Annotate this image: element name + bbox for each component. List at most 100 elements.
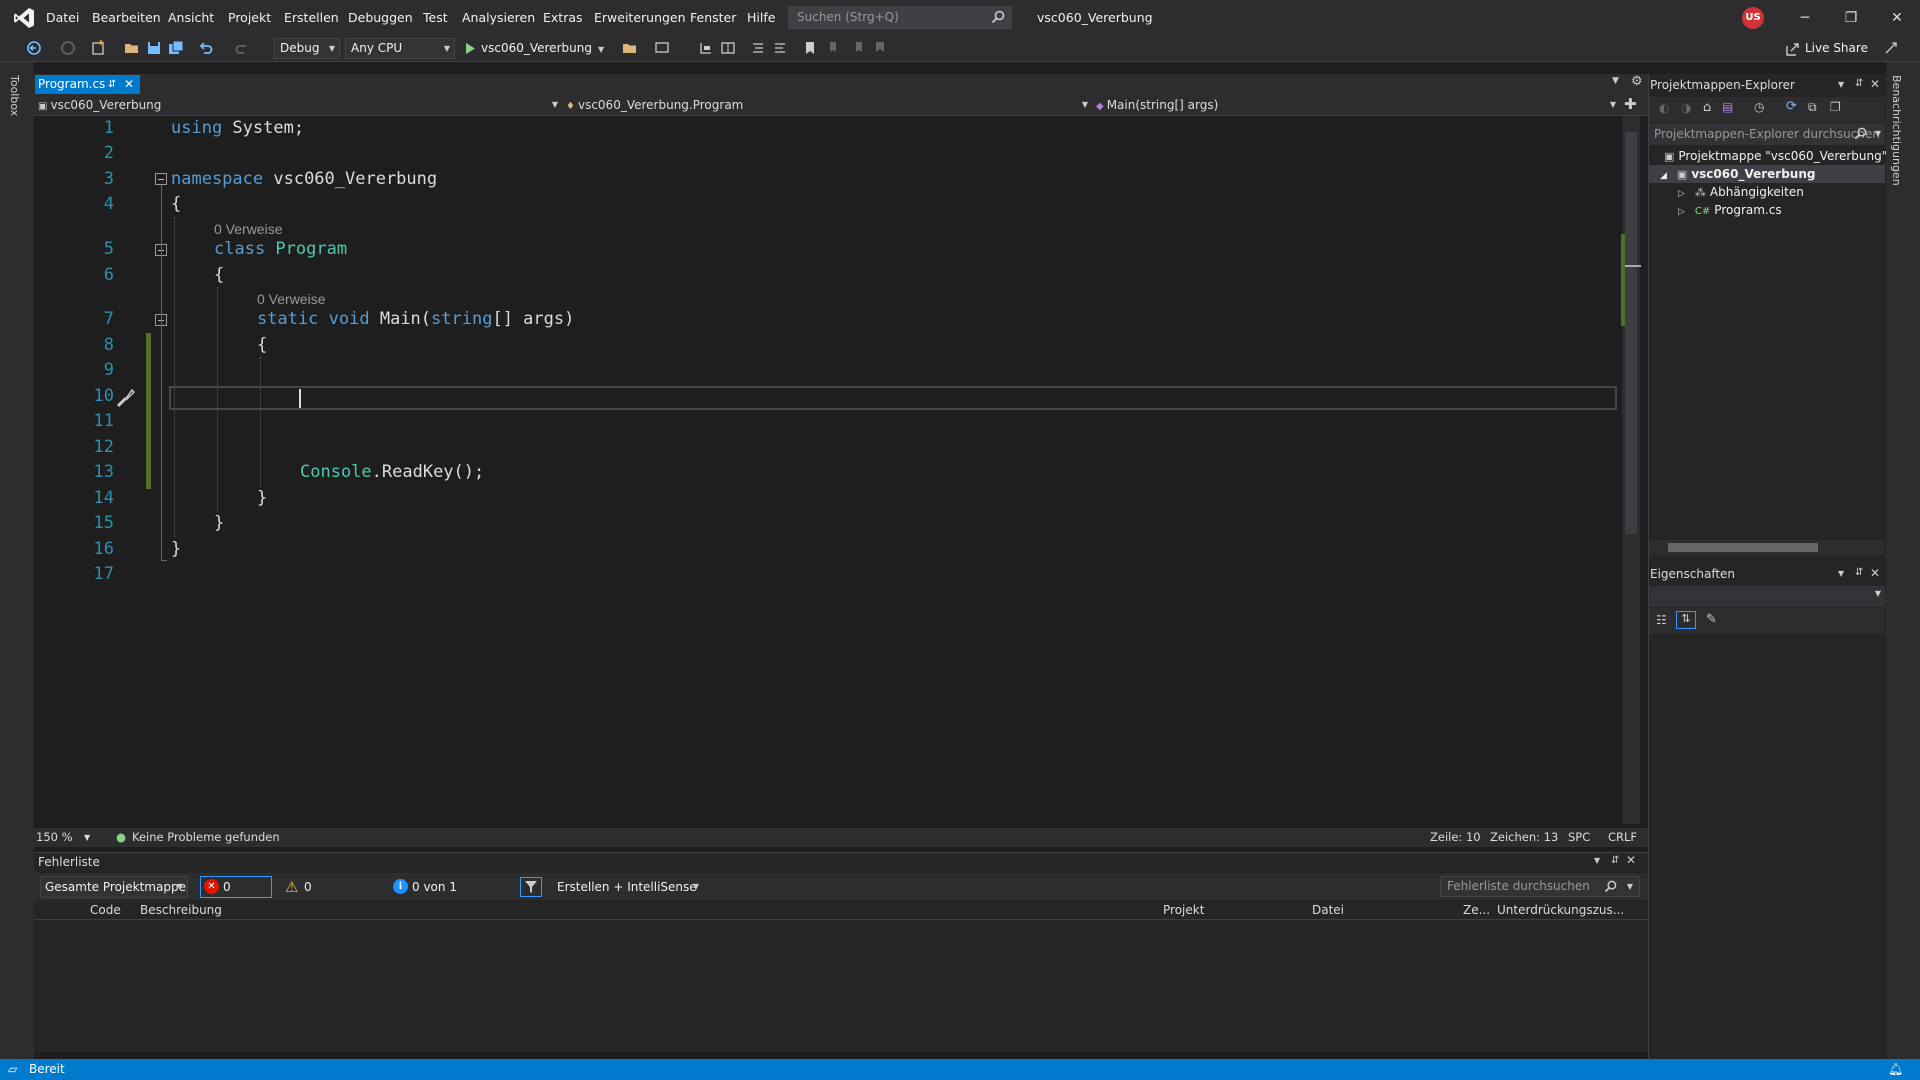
menu-hilfe[interactable]: Hilfe bbox=[747, 0, 775, 36]
home-icon[interactable]: ⌂ bbox=[1703, 100, 1711, 115]
show-all-files-icon[interactable]: ❐ bbox=[1830, 100, 1841, 114]
start-debugging-button[interactable]: vsc060_Vererbung ▼ bbox=[463, 38, 604, 59]
pin-icon[interactable]: ⇵ bbox=[108, 75, 116, 94]
column-project[interactable]: Projekt bbox=[1163, 901, 1204, 919]
menu-test[interactable]: Test bbox=[423, 0, 448, 36]
zoom-level[interactable]: 150 % bbox=[36, 828, 73, 847]
errors-filter-toggle[interactable]: ✕ 0 Fehler bbox=[200, 876, 272, 914]
chevron-down-icon[interactable]: ▼ bbox=[1838, 569, 1844, 578]
collapsed-triangle-icon[interactable]: ▷ bbox=[1678, 189, 1685, 199]
categorized-icon[interactable]: ☷ bbox=[1656, 613, 1667, 627]
prev-bookmark-icon[interactable] bbox=[826, 40, 842, 56]
menu-extras[interactable]: Extras bbox=[543, 0, 583, 36]
code-line-14[interactable]: } bbox=[257, 486, 267, 511]
back-icon[interactable]: ◐ bbox=[1659, 101, 1669, 115]
tab-program-cs[interactable]: Program.cs ⇵ ✕ bbox=[35, 75, 140, 94]
bookmark-icon[interactable] bbox=[802, 40, 818, 56]
column-description[interactable]: Beschreibung bbox=[140, 901, 222, 919]
new-project-icon[interactable] bbox=[90, 40, 106, 56]
notifications-bell-icon[interactable]: 🔔︎ bbox=[1888, 1059, 1903, 1080]
feedback-icon[interactable] bbox=[1883, 40, 1899, 56]
scrollbar-thumb[interactable] bbox=[1668, 543, 1818, 552]
comment-out-icon[interactable] bbox=[750, 40, 766, 56]
problems-status[interactable]: Keine Probleme gefunden bbox=[132, 828, 280, 847]
toolbox-tab[interactable]: Toolbox bbox=[8, 75, 21, 116]
build-filter-select[interactable]: Erstellen + IntelliSense ▼ bbox=[552, 876, 704, 898]
step-over-icon[interactable] bbox=[720, 40, 736, 56]
gear-icon[interactable]: ⚙ bbox=[1631, 74, 1643, 89]
char-indicator[interactable]: Zeichen: 13 bbox=[1490, 828, 1558, 847]
uncomment-icon[interactable] bbox=[772, 40, 788, 56]
pin-icon[interactable]: ⇵ bbox=[1855, 567, 1863, 578]
scrollbar-thumb[interactable] bbox=[1625, 132, 1637, 534]
save-icon[interactable] bbox=[146, 40, 162, 56]
tab-overflow-chevron-icon[interactable]: ▼ bbox=[1612, 76, 1619, 86]
tree-item-project[interactable]: ◢ ▣ vsc060_Vererbung bbox=[1660, 165, 1815, 183]
menu-datei[interactable]: Datei bbox=[46, 0, 79, 36]
clear-bookmarks-icon[interactable] bbox=[872, 40, 888, 56]
next-bookmark-icon[interactable] bbox=[850, 40, 866, 56]
code-line-6[interactable]: { bbox=[214, 263, 224, 288]
collapsed-triangle-icon[interactable]: ▷ bbox=[1678, 207, 1685, 217]
chevron-down-icon[interactable]: ▼ bbox=[1594, 856, 1600, 865]
messages-filter-toggle[interactable]: i 0 von 1 Nachricht bbox=[389, 876, 513, 914]
menu-analysieren[interactable]: Analysieren bbox=[462, 0, 535, 36]
pending-changes-icon[interactable]: ◷ bbox=[1754, 100, 1764, 114]
menu-fenster[interactable]: Fenster bbox=[690, 0, 736, 36]
tree-item-program-cs[interactable]: ▷ C# Program.cs bbox=[1678, 201, 1782, 219]
alphabetical-icon[interactable]: ⇅ bbox=[1676, 611, 1696, 629]
forward-navigation-icon[interactable] bbox=[60, 40, 76, 56]
code-line-13[interactable]: Console.ReadKey(); bbox=[300, 460, 484, 485]
line-indicator[interactable]: Zeile: 10 bbox=[1430, 828, 1481, 847]
tree-item-solution[interactable]: ▣ Projektmappe "vsc060_Vererbung" (1 v bbox=[1664, 147, 1914, 165]
chevron-down-icon[interactable]: ▼ bbox=[1838, 80, 1844, 89]
property-pages-wrench-icon[interactable]: ✎ bbox=[1706, 612, 1717, 627]
close-panel-icon[interactable]: ✕ bbox=[1626, 853, 1636, 867]
fold-toggle-namespace[interactable] bbox=[155, 173, 167, 185]
close-tab-icon[interactable]: ✕ bbox=[124, 75, 134, 94]
redo-icon[interactable] bbox=[234, 40, 250, 56]
sync-icon[interactable]: ⟳ bbox=[1786, 99, 1797, 114]
codelens-references[interactable]: 0 Verweise bbox=[214, 220, 282, 238]
pin-icon[interactable]: ⇵ bbox=[1855, 78, 1863, 89]
search-input[interactable]: Suchen (Strg+Q) bbox=[788, 6, 1012, 29]
properties-object-select[interactable]: ▼ bbox=[1649, 586, 1885, 607]
screen-capture-icon[interactable] bbox=[654, 40, 670, 56]
menu-erstellen[interactable]: Erstellen bbox=[284, 0, 339, 36]
undo-icon[interactable] bbox=[198, 40, 214, 56]
quick-actions-screwdriver-icon[interactable] bbox=[114, 386, 138, 410]
column-suppression[interactable]: Unterdrückungszus... bbox=[1497, 901, 1624, 919]
scope-select[interactable]: Gesamte Projektmappe ▼ bbox=[40, 876, 188, 898]
menu-ansicht[interactable]: Ansicht bbox=[168, 0, 214, 36]
close-panel-icon[interactable]: ✕ bbox=[1870, 77, 1880, 91]
column-line[interactable]: Ze... bbox=[1463, 901, 1490, 919]
user-avatar[interactable]: US bbox=[1742, 7, 1764, 29]
close-window-button[interactable]: ✕ bbox=[1874, 0, 1920, 36]
tree-item-dependencies[interactable]: ▷ ⁂ Abhängigkeiten bbox=[1678, 183, 1804, 201]
visual-studio-logo-icon[interactable] bbox=[13, 7, 35, 29]
code-line-4[interactable]: { bbox=[171, 192, 181, 217]
code-line-1[interactable]: using System; bbox=[171, 116, 304, 141]
class-nav-select[interactable]: ♦ vsc060_Vererbung.Program ▼ bbox=[566, 96, 1088, 114]
live-share-button[interactable]: Live Share bbox=[1783, 38, 1868, 59]
expanded-triangle-icon[interactable]: ◢ bbox=[1660, 171, 1667, 181]
save-all-icon[interactable] bbox=[168, 40, 184, 56]
split-editor-icon[interactable]: ✚ bbox=[1624, 95, 1637, 113]
forward-icon[interactable]: ◑ bbox=[1681, 101, 1691, 115]
browse-folder-icon[interactable] bbox=[622, 40, 638, 56]
solution-explorer-search-input[interactable]: Projektmappen-Explorer durchsuchen ▼ bbox=[1649, 123, 1885, 145]
column-file[interactable]: Datei bbox=[1312, 901, 1344, 919]
chevron-down-icon[interactable]: ▼ bbox=[84, 828, 90, 847]
menu-bearbeiten[interactable]: Bearbeiten bbox=[92, 0, 161, 36]
code-line-7[interactable]: static void Main(string[] args) bbox=[257, 307, 574, 332]
configuration-select[interactable]: Debug ▼ bbox=[274, 38, 340, 59]
code-line-8[interactable]: { bbox=[257, 333, 267, 358]
codelens-references[interactable]: 0 Verweise bbox=[257, 290, 325, 308]
switch-views-icon[interactable]: ▤ bbox=[1722, 100, 1733, 114]
back-navigation-icon[interactable] bbox=[26, 40, 42, 56]
code-line-15[interactable]: } bbox=[214, 511, 224, 536]
error-list-search-input[interactable]: Fehlerliste durchsuchen ▼ bbox=[1440, 876, 1640, 897]
menu-debuggen[interactable]: Debuggen bbox=[348, 0, 413, 36]
collapse-all-icon[interactable]: ⧉ bbox=[1808, 100, 1817, 115]
code-line-3[interactable]: namespace vsc060_Vererbung bbox=[171, 167, 437, 192]
